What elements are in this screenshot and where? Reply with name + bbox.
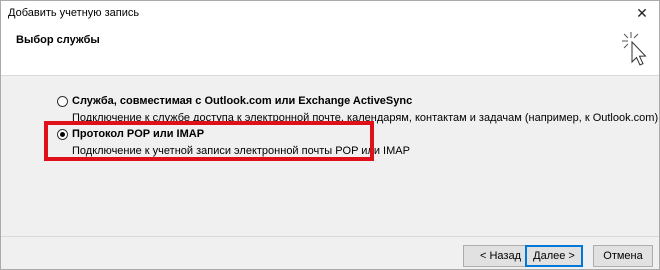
radio-exchange-activesync[interactable] <box>57 96 68 107</box>
cancel-button[interactable]: Отмена <box>593 245 653 267</box>
close-button[interactable]: ✕ <box>625 1 659 25</box>
highlight-box <box>44 121 374 161</box>
title-bar: Добавить учетную запись ✕ <box>1 1 659 25</box>
dialog-header: Выбор службы <box>1 25 659 76</box>
page-title: Выбор службы <box>16 34 100 46</box>
window-title: Добавить учетную запись <box>8 7 140 19</box>
add-account-dialog: Добавить учетную запись ✕ Выбор службы С… <box>0 0 660 270</box>
cursor-click-icon <box>622 32 647 66</box>
option-label[interactable]: Служба, совместимая с Outlook.com или Ex… <box>72 95 412 107</box>
footer-divider <box>1 236 659 237</box>
next-button[interactable]: Далее > <box>525 245 583 267</box>
